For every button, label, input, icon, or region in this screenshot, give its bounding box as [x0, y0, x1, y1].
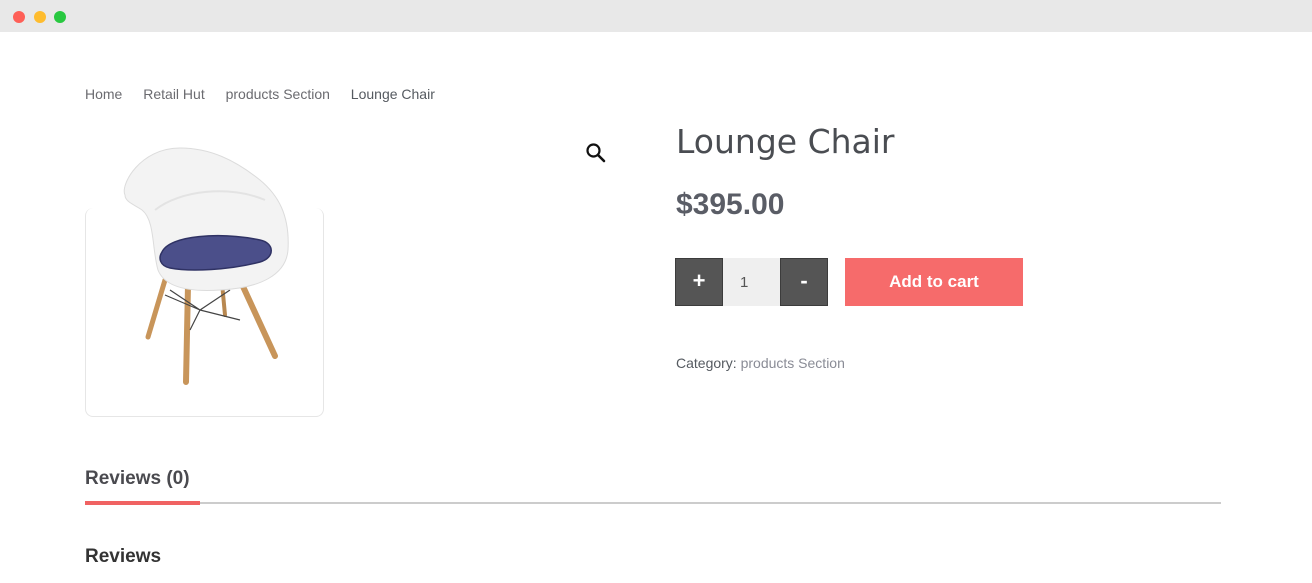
product-tabs: Reviews (0) [85, 466, 1221, 506]
quantity-increase-button[interactable]: + [675, 258, 723, 306]
quantity-input[interactable] [723, 258, 780, 306]
magnifier-icon[interactable] [585, 142, 607, 164]
lounge-chair-image[interactable] [110, 140, 310, 390]
add-to-cart-button[interactable]: Add to cart [845, 258, 1023, 306]
breadcrumb-home[interactable]: Home [85, 86, 122, 102]
maximize-window-dot[interactable] [54, 11, 66, 23]
product-title: Lounge Chair [676, 122, 895, 161]
product-price: $395.00 [676, 188, 785, 221]
quantity-stepper: + - [675, 258, 829, 306]
window-titlebar [0, 0, 1312, 32]
product-category: Category: products Section [676, 355, 845, 371]
breadcrumb-products-section[interactable]: products Section [226, 86, 330, 102]
tabs-divider [85, 502, 1221, 504]
reviews-heading: Reviews [85, 546, 162, 567]
breadcrumb-current: Lounge Chair [350, 86, 435, 102]
breadcrumb: Home Retail Hut products Section Lounge … [85, 86, 452, 102]
tab-active-indicator [85, 501, 200, 505]
minimize-window-dot[interactable] [34, 11, 46, 23]
category-label: Category: [676, 355, 737, 371]
category-link[interactable]: products Section [741, 355, 845, 371]
tab-reviews[interactable]: Reviews (0) [85, 468, 190, 490]
close-window-dot[interactable] [13, 11, 25, 23]
breadcrumb-retail-hut[interactable]: Retail Hut [143, 86, 204, 102]
quantity-decrease-button[interactable]: - [780, 258, 828, 306]
